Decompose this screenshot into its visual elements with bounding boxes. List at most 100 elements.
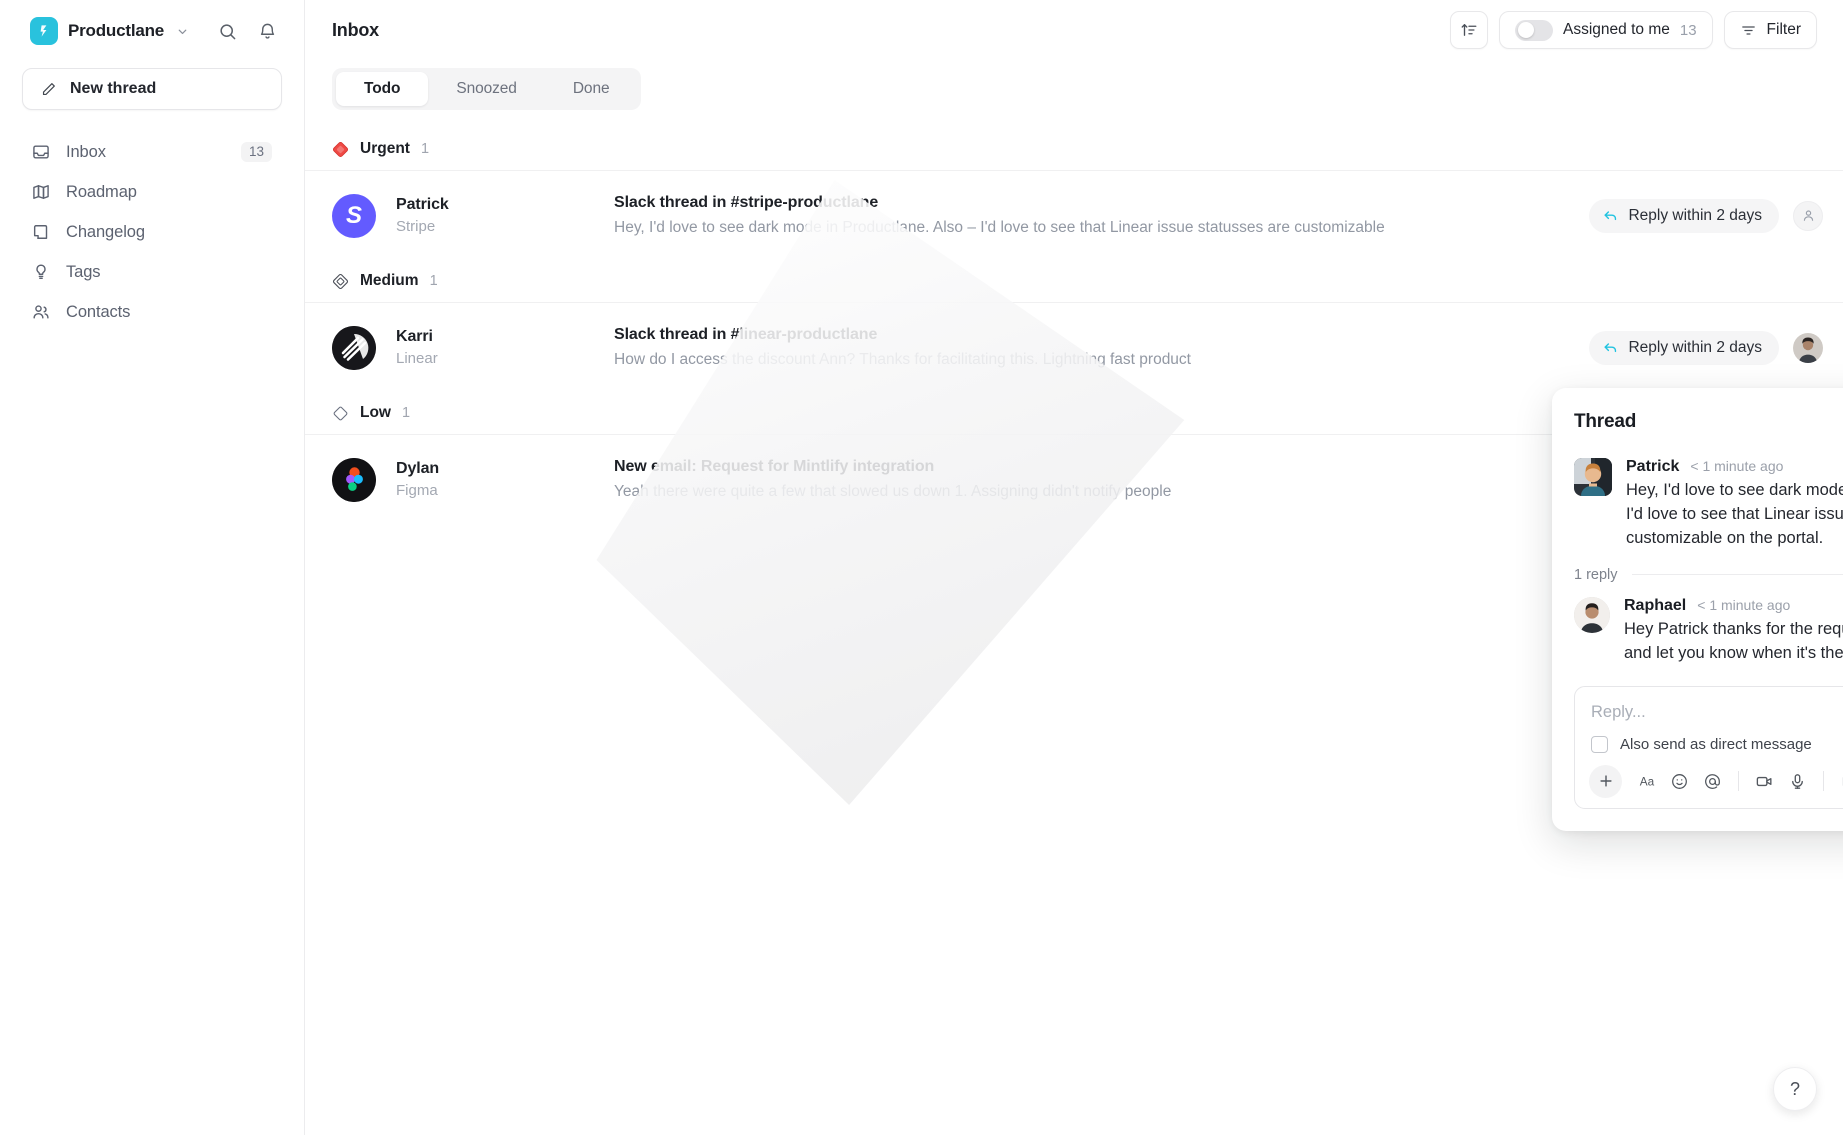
thread-message-body: Patrick < 1 minute ago Hey, I'd love to … bbox=[1626, 458, 1843, 551]
slash-command-icon[interactable] bbox=[1833, 765, 1843, 798]
reply-separator: 1 reply bbox=[1574, 567, 1843, 583]
row-contact: Dylan Figma bbox=[376, 460, 614, 499]
main-header: Inbox Assigned to me 13 Filter bbox=[305, 0, 1843, 60]
direct-message-checkbox[interactable] bbox=[1591, 735, 1608, 753]
composer-toolbar: Aa bbox=[1589, 764, 1843, 798]
priority-low-icon bbox=[332, 405, 349, 422]
toggle-switch[interactable] bbox=[1515, 19, 1554, 41]
tab-done[interactable]: Done bbox=[545, 72, 638, 106]
tab-todo[interactable]: Todo bbox=[336, 72, 429, 106]
sidebar-item-tags[interactable]: Tags bbox=[22, 252, 282, 292]
workspace-switcher[interactable]: Productlane bbox=[22, 0, 282, 62]
svg-text:Aa: Aa bbox=[1639, 775, 1654, 788]
sidebar-item-label: Changelog bbox=[66, 222, 145, 241]
sidebar-item-label: Roadmap bbox=[66, 182, 137, 201]
message-text: Hey, I'd love to see dark mode in Produc… bbox=[1626, 481, 1843, 547]
people-icon bbox=[31, 302, 51, 322]
direct-message-option[interactable]: Also send as direct message bbox=[1589, 735, 1843, 765]
chevron-down-icon bbox=[176, 25, 189, 38]
sidebar-item-inbox[interactable]: Inbox 13 bbox=[22, 132, 282, 172]
pencil-icon bbox=[40, 81, 57, 98]
message-author: Patrick bbox=[1626, 458, 1680, 475]
sort-ascending-icon bbox=[1460, 21, 1478, 39]
scroll-icon bbox=[31, 222, 51, 242]
reply-text: Hey Patrick thanks for the request, I tr… bbox=[1624, 619, 1843, 662]
row-contact: Karri Linear bbox=[376, 328, 614, 367]
thread-panel: Thread Patrick < 1 minute ago Hey, I'd l… bbox=[1552, 388, 1843, 831]
thread-title: Slack thread in #linear-productlane bbox=[614, 326, 878, 343]
thread-reply-meta: Raphael < 1 minute ago bbox=[1624, 597, 1843, 615]
mention-icon[interactable] bbox=[1696, 765, 1729, 798]
avatar bbox=[332, 457, 376, 502]
search-icon bbox=[218, 22, 237, 41]
page-title: Inbox bbox=[332, 19, 379, 40]
status-badge[interactable]: Reply within 2 days bbox=[1589, 198, 1779, 233]
thread-reply-body: Raphael < 1 minute ago Hey Patrick thank… bbox=[1624, 597, 1843, 666]
user-photo-avatar bbox=[1793, 332, 1823, 363]
message-time: < 1 minute ago bbox=[1690, 458, 1784, 474]
new-thread-button[interactable]: New thread bbox=[22, 68, 282, 110]
inbox-icon bbox=[31, 142, 51, 162]
thread-preview: Hey, I'd love to see dark mode in Produc… bbox=[614, 219, 1385, 236]
reply-input[interactable]: Reply... bbox=[1589, 701, 1843, 736]
lightbulb-icon bbox=[31, 262, 51, 282]
table-row[interactable]: S Patrick Stripe Slack thread in #stripe… bbox=[305, 170, 1843, 260]
separator-line bbox=[1631, 574, 1843, 576]
reply-time: < 1 minute ago bbox=[1697, 596, 1791, 613]
contact-org: Stripe bbox=[396, 218, 436, 235]
inbox-tabs: Todo Snoozed Done bbox=[332, 68, 642, 110]
group-count: 1 bbox=[420, 141, 430, 157]
thread-preview: Yeah there were quite a few that slowed … bbox=[614, 483, 1172, 500]
filter-label: Filter bbox=[1766, 21, 1801, 38]
filter-icon bbox=[1740, 22, 1757, 39]
search-button[interactable] bbox=[212, 16, 242, 46]
video-icon[interactable] bbox=[1748, 765, 1781, 798]
emoji-icon[interactable] bbox=[1663, 765, 1696, 798]
sidebar-item-changelog[interactable]: Changelog bbox=[22, 212, 282, 252]
main-content: Inbox Assigned to me 13 Filter Todo Snoo… bbox=[305, 0, 1843, 1135]
assignee-avatar[interactable] bbox=[1793, 332, 1823, 363]
new-thread-label: New thread bbox=[70, 80, 157, 97]
text-format-icon[interactable]: Aa bbox=[1630, 765, 1663, 798]
thread-title: New email: Request for Mintlify integrat… bbox=[614, 458, 935, 475]
microphone-icon[interactable] bbox=[1781, 765, 1814, 798]
help-button[interactable]: ? bbox=[1773, 1067, 1817, 1111]
reply-count-label: 1 reply bbox=[1574, 566, 1618, 583]
thread-reply: Raphael < 1 minute ago Hey Patrick thank… bbox=[1574, 596, 1843, 666]
assigned-to-me-toggle[interactable]: Assigned to me 13 bbox=[1499, 11, 1713, 49]
avatar-letter: S bbox=[345, 201, 362, 229]
tab-snoozed[interactable]: Snoozed bbox=[428, 72, 545, 106]
group-count: 1 bbox=[402, 405, 411, 421]
row-body: Slack thread in #stripe-productlane Hey,… bbox=[614, 194, 1589, 237]
contact-org: Figma bbox=[396, 482, 438, 499]
sort-button[interactable] bbox=[1450, 11, 1489, 49]
add-attachment-icon[interactable] bbox=[1589, 764, 1622, 798]
sidebar-item-label: Contacts bbox=[66, 302, 131, 321]
reply-arrow-icon bbox=[1602, 339, 1619, 356]
filter-button[interactable]: Filter bbox=[1723, 11, 1817, 49]
person-placeholder-icon bbox=[1801, 208, 1816, 223]
group-header-medium: Medium 1 bbox=[305, 260, 1843, 302]
thread-preview: How do I access the discount Ann? Thanks… bbox=[614, 351, 1191, 368]
notifications-button[interactable] bbox=[252, 16, 282, 46]
sidebar-item-contacts[interactable]: Contacts bbox=[22, 292, 282, 332]
table-row[interactable]: Karri Linear Slack thread in #linear-pro… bbox=[305, 302, 1843, 392]
status-badge[interactable]: Reply within 2 days bbox=[1589, 330, 1779, 365]
contact-name: Patrick bbox=[396, 196, 449, 213]
group-label: Urgent bbox=[360, 140, 410, 157]
assignee-avatar[interactable] bbox=[1793, 200, 1823, 231]
sidebar: Productlane New thread Inbox 13 Roadmap … bbox=[0, 0, 305, 1135]
sla-label: Reply within 2 days bbox=[1628, 206, 1762, 224]
assigned-to-me-count: 13 bbox=[1679, 21, 1697, 39]
sidebar-item-label: Inbox bbox=[66, 142, 106, 161]
inbox-count-badge: 13 bbox=[240, 142, 272, 162]
raphael-photo-avatar bbox=[1574, 596, 1610, 633]
sla-label: Reply within 2 days bbox=[1628, 338, 1762, 356]
priority-medium-icon bbox=[332, 273, 349, 290]
priority-urgent-icon bbox=[332, 141, 349, 158]
thread-title: Slack thread in #stripe-productlane bbox=[614, 194, 879, 211]
row-meta: Reply within 2 days bbox=[1589, 198, 1823, 233]
toggle-knob bbox=[1518, 22, 1535, 38]
map-icon bbox=[31, 182, 51, 202]
sidebar-item-roadmap[interactable]: Roadmap bbox=[22, 172, 282, 212]
